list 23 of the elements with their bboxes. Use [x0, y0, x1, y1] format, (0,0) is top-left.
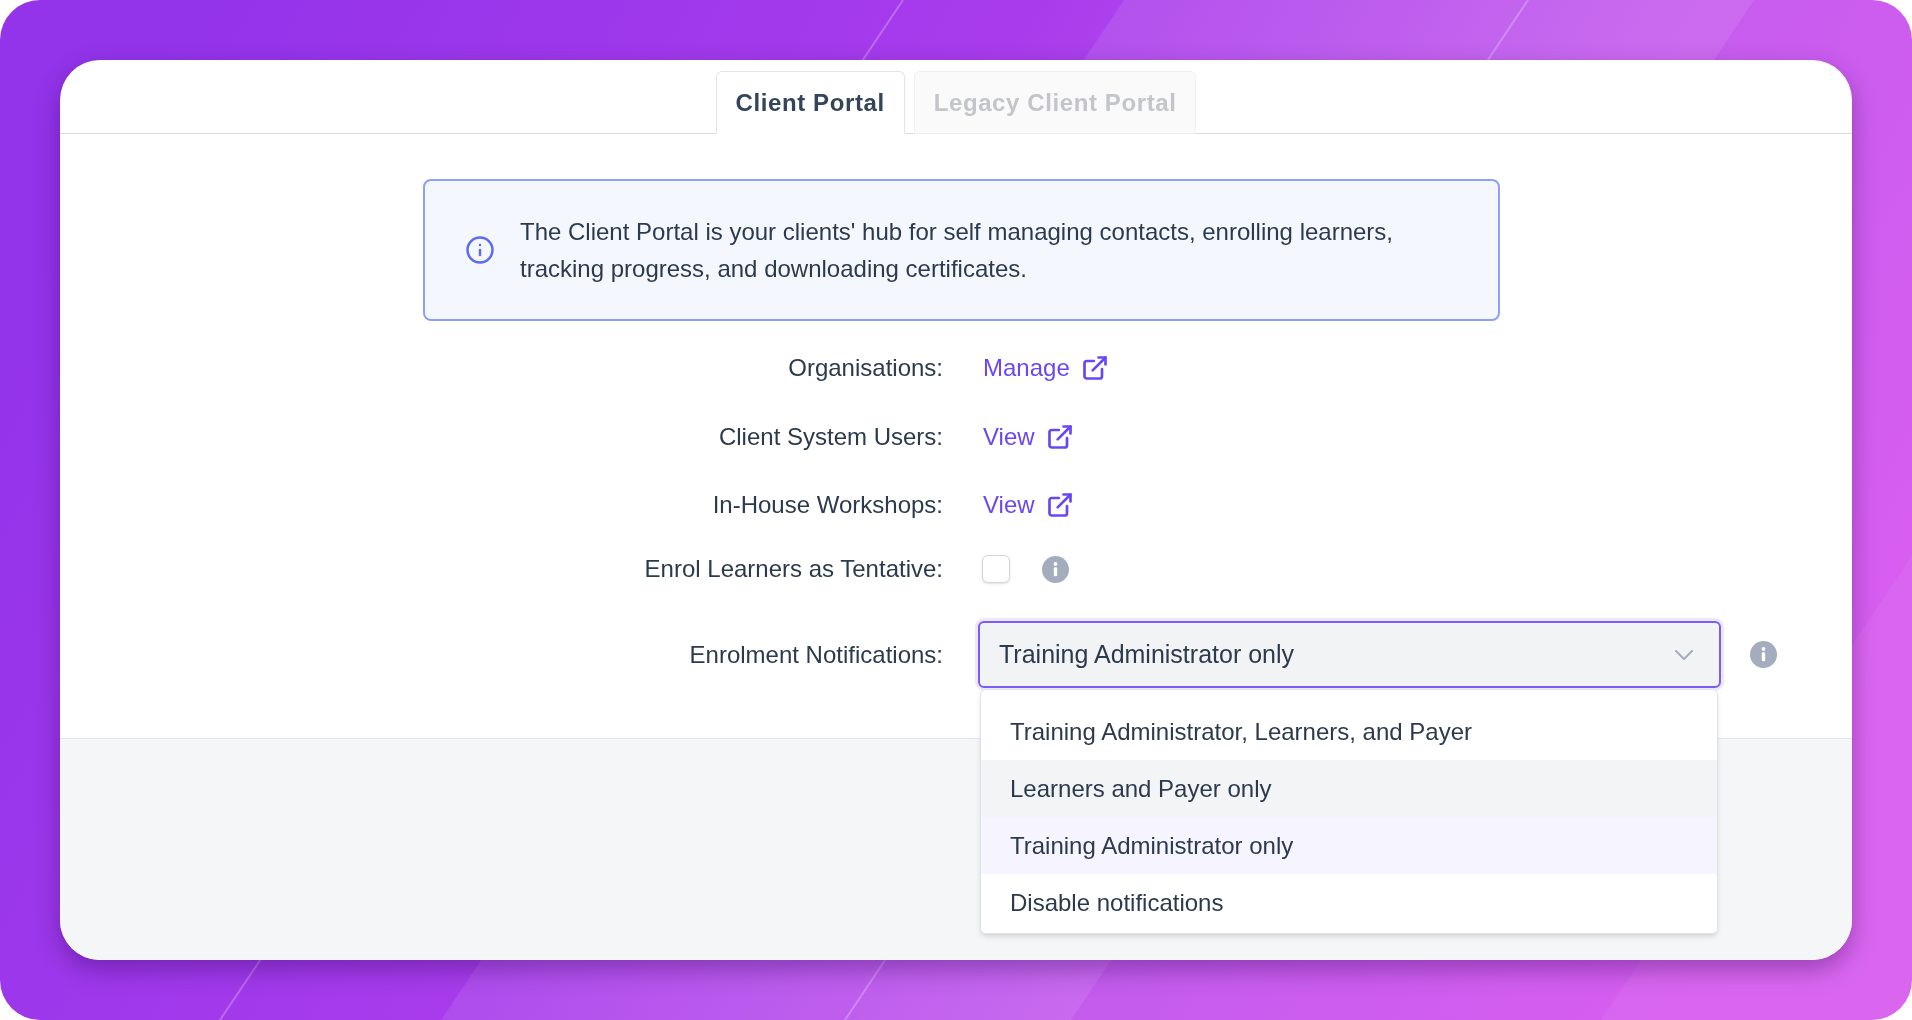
- text-link[interactable]: Manage: [983, 350, 1109, 386]
- external-link-icon: [1045, 491, 1074, 519]
- field-label: Organisations:: [788, 353, 943, 383]
- external-link-icon: [1080, 354, 1109, 382]
- dropdown-option[interactable]: Training Administrator only: [981, 817, 1717, 874]
- dropdown-option[interactable]: Disable notifications: [981, 874, 1717, 931]
- dropdown-option[interactable]: Learners and Payer only: [981, 760, 1717, 817]
- text-link[interactable]: View: [983, 487, 1074, 523]
- info-icon: [465, 235, 495, 265]
- info-icon[interactable]: [1750, 641, 1777, 668]
- external-link-icon: [1045, 423, 1074, 451]
- tab[interactable]: Client Portal: [715, 71, 905, 134]
- field-label: In-House Workshops:: [712, 490, 943, 520]
- info-text: The Client Portal is your clients' hub for self managing contacts, enrolling learners, tracking progress, and downloading certificates.: [520, 217, 1394, 284]
- chevron-down-icon: [1675, 649, 1693, 660]
- checkbox[interactable]: [982, 555, 1010, 583]
- field-label: Client System Users:: [718, 422, 943, 452]
- field-label: Enrolment Notifications:: [689, 639, 943, 670]
- text-link[interactable]: View: [983, 419, 1074, 455]
- dropdown-option[interactable]: Training Administrator, Learners, and Payer: [981, 703, 1717, 760]
- notification-select[interactable]: Training Administrator only: [978, 621, 1721, 688]
- field-label: Enrol Learners as Tentative:: [644, 554, 943, 584]
- info-icon[interactable]: [1042, 555, 1069, 583]
